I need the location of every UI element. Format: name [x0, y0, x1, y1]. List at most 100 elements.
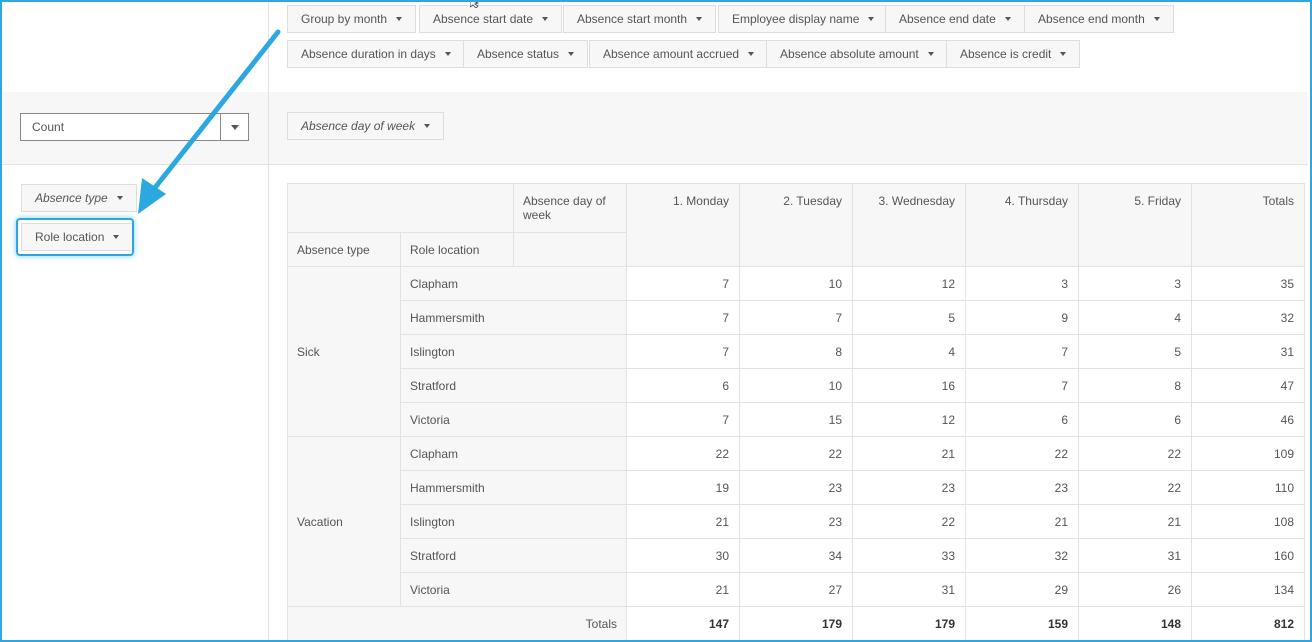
column-header[interactable]: 5. Friday: [1078, 183, 1192, 267]
row-location-label: Stratford: [400, 368, 627, 403]
caret-down-icon[interactable]: [868, 16, 875, 21]
caret-down-icon[interactable]: [696, 16, 703, 21]
caret-down-icon[interactable]: [444, 51, 451, 56]
row-total-cell: 35: [1191, 266, 1305, 301]
row-total-cell: 46: [1191, 402, 1305, 437]
table-row: Victoria 21 27 31 29 26 134: [288, 572, 1305, 607]
value-cell: 6: [965, 402, 1079, 437]
field-pill-absence-status[interactable]: Absence status: [463, 40, 589, 68]
caret-down-icon[interactable]: [568, 51, 575, 56]
value-cell: 34: [739, 538, 853, 573]
field-pill-absence-is-credit[interactable]: Absence is credit: [946, 40, 1081, 68]
value-cell: 8: [739, 334, 853, 369]
field-pill-label: Absence start month: [577, 12, 688, 26]
field-pill-absence-end-date[interactable]: Absence end date: [885, 5, 1025, 33]
value-cell: 4: [852, 334, 966, 369]
column-attribute-label: Absence day of week: [513, 183, 627, 233]
value-cell: 6: [626, 368, 740, 403]
row-location-label: Hammersmith: [400, 300, 627, 335]
row-location-label: Hammersmith: [400, 470, 627, 505]
column-header[interactable]: 1. Monday: [626, 183, 740, 267]
caret-down-icon[interactable]: [396, 16, 403, 21]
header-blank: [513, 232, 627, 267]
value-cell: 31: [1078, 538, 1192, 573]
row-header-absence-type[interactable]: Absence type: [287, 232, 401, 267]
field-pill-label: Absence type: [35, 191, 108, 205]
value-cell: 8: [1078, 368, 1192, 403]
field-pill-label: Absence amount accrued: [603, 47, 740, 61]
row-total-cell: 32: [1191, 300, 1305, 335]
total-cell: 159: [965, 606, 1079, 641]
column-field-pill[interactable]: Absence day of week: [287, 112, 445, 140]
table-row: Islington 7 8 4 7 5 31: [288, 334, 1305, 369]
field-pill-group-by-month[interactable]: Group by month: [287, 5, 417, 33]
table-header-row: Absence day of week 1. Monday 2. Tuesday…: [287, 183, 1305, 267]
field-pill-absence-start-date[interactable]: Absence start date: [419, 5, 563, 33]
field-pill-label: Absence end date: [899, 12, 996, 26]
caret-down-icon[interactable]: [1004, 16, 1011, 21]
row-total-cell: 110: [1191, 470, 1305, 505]
value-cell: 22: [1078, 470, 1192, 505]
row-total-cell: 31: [1191, 334, 1305, 369]
column-header[interactable]: 4. Thursday: [965, 183, 1079, 267]
field-pill-employee-display-name[interactable]: Employee display name: [718, 5, 889, 33]
field-pill-label: Group by month: [301, 12, 388, 26]
mouse-cursor-icon: [470, 0, 480, 8]
value-cell: 7: [965, 334, 1079, 369]
value-cell: 7: [626, 266, 740, 301]
value-cell: 7: [626, 334, 740, 369]
field-pill-absence-start-month[interactable]: Absence start month: [563, 5, 717, 33]
value-cell: 7: [739, 300, 853, 335]
value-cell: 23: [739, 504, 853, 539]
value-cell: 12: [852, 266, 966, 301]
caret-down-icon[interactable]: [424, 123, 431, 128]
field-pill-absence-amount-accrued[interactable]: Absence amount accrued: [589, 40, 769, 68]
header-corner: [287, 183, 514, 233]
field-pill-absence-end-month[interactable]: Absence end month: [1024, 5, 1174, 33]
field-pill-label: Absence status: [477, 47, 560, 61]
field-pill-absence-duration-in-days[interactable]: Absence duration in days: [287, 40, 465, 68]
total-cell: 148: [1078, 606, 1192, 641]
caret-down-icon[interactable]: [542, 16, 549, 21]
caret-down-icon[interactable]: [1153, 16, 1160, 21]
column-header[interactable]: 2. Tuesday: [739, 183, 853, 267]
table-row: Sick Clapham 7 10 12 3 3 35: [287, 266, 1305, 437]
value-cell: 19: [626, 470, 740, 505]
value-cell: 23: [739, 470, 853, 505]
value-cell: 30: [626, 538, 740, 573]
column-header[interactable]: 3. Wednesday: [852, 183, 966, 267]
field-pill-label: Absence start date: [433, 12, 534, 26]
row-location-label: Islington: [400, 504, 627, 539]
value-cell: 21: [852, 436, 966, 471]
value-cell: 22: [852, 504, 966, 539]
table-row: Hammersmith 7 7 5 9 4 32: [288, 300, 1305, 335]
value-cell: 22: [965, 436, 1079, 471]
value-cell: 23: [852, 470, 966, 505]
row-group-label: Sick: [287, 266, 401, 437]
caret-down-icon[interactable]: [927, 51, 934, 56]
value-cell: 6: [1078, 402, 1192, 437]
totals-row: Totals 147 179 179 159 148 812: [287, 606, 1305, 641]
value-cell: 10: [739, 368, 853, 403]
caret-down-icon[interactable]: [1060, 51, 1067, 56]
row-total-cell: 134: [1191, 572, 1305, 607]
grand-total-cell: 812: [1191, 606, 1305, 641]
value-cell: 21: [626, 504, 740, 539]
row-header-role-location[interactable]: Role location: [400, 232, 514, 267]
value-cell: 21: [1078, 504, 1192, 539]
table-row: Islington 21 23 22 21 21 108: [288, 504, 1305, 539]
value-cell: 16: [852, 368, 966, 403]
value-cell: 3: [965, 266, 1079, 301]
caret-down-icon[interactable]: [748, 51, 755, 56]
row-location-label: Stratford: [400, 538, 627, 573]
value-cell: 5: [1078, 334, 1192, 369]
row-total-cell: 108: [1191, 504, 1305, 539]
field-pill-absence-absolute-amount[interactable]: Absence absolute amount: [766, 40, 948, 68]
pivot-table: Absence day of week 1. Monday 2. Tuesday…: [287, 183, 1305, 641]
total-cell: 179: [852, 606, 966, 641]
value-cell: 9: [965, 300, 1079, 335]
row-total-cell: 160: [1191, 538, 1305, 573]
row-location-label: Victoria: [400, 402, 627, 437]
row-total-cell: 47: [1191, 368, 1305, 403]
value-cell: 5: [852, 300, 966, 335]
